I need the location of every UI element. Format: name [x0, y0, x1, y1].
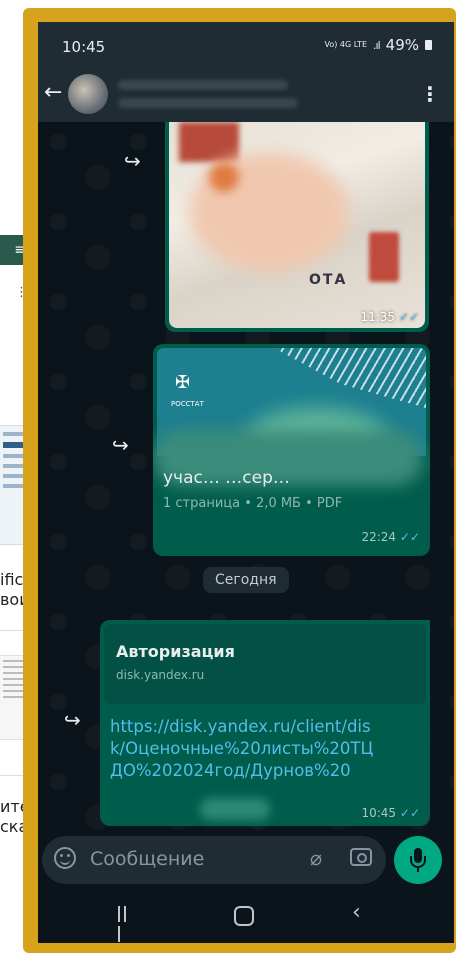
cover-label: РОССТАТ [171, 400, 204, 408]
redacted-area [200, 798, 270, 820]
emoji-icon[interactable] [54, 847, 76, 869]
forward-icon[interactable]: ↪ [64, 708, 81, 732]
attach-icon[interactable]: ⌀ [310, 846, 322, 870]
system-navigation-bar: ‹ [38, 892, 454, 943]
document-details: 1 страница • 2,0 МБ • PDF [163, 496, 343, 511]
message-time: 11:35 [360, 310, 396, 324]
contact-name-redacted[interactable] [118, 80, 288, 90]
link-preview-domain: disk.yandex.ru [116, 668, 205, 682]
read-ticks-icon: ✓✓ [399, 806, 420, 820]
battery-icon [425, 40, 432, 50]
read-ticks-icon: ✓✓ [398, 310, 419, 324]
nav-back-icon[interactable]: ‹ [352, 900, 361, 925]
status-time: 10:45 [62, 38, 106, 56]
message-meta: 10:45 ✓✓ [361, 806, 420, 820]
image-message[interactable]: ОТА 11:35 ✓✓ [165, 122, 429, 332]
forward-icon[interactable]: ↪ [124, 149, 141, 173]
forward-icon[interactable]: ↪ [112, 433, 129, 457]
contact-status-redacted [118, 98, 298, 108]
phone-screen: 10:45 Vo) 4G LTE .ıl 49% ← ⋮ ↪ ОТА 11:35… [38, 22, 454, 943]
document-title: учас… …сер… [163, 468, 290, 488]
link-message[interactable]: Авторизация disk.yandex.ru https://disk.… [100, 620, 430, 826]
contact-avatar[interactable] [68, 74, 108, 114]
message-input-bar[interactable]: Сообщение ⌀ [42, 836, 386, 884]
message-input[interactable]: Сообщение [90, 848, 204, 870]
document-message[interactable]: ✠ РОССТАТ учас… …сер… 1 страница • 2,0 М… [153, 344, 430, 556]
microphone-button[interactable] [394, 836, 442, 884]
link-preview-title: Авторизация [116, 642, 235, 661]
network-icon: Vo) 4G LTE [324, 40, 368, 49]
message-meta: 22:24 ✓✓ [361, 530, 420, 544]
date-separator: Сегодня [203, 567, 289, 593]
rosstat-logo-icon: ✠ [175, 372, 191, 393]
camera-icon[interactable] [350, 848, 372, 866]
read-ticks-icon: ✓✓ [399, 530, 420, 544]
link-preview[interactable]: Авторизация disk.yandex.ru [104, 624, 426, 704]
message-time: 10:45 [361, 806, 397, 820]
home-icon[interactable] [234, 906, 254, 926]
image-preview[interactable]: ОТА [169, 122, 425, 328]
recent-apps-icon[interactable] [118, 906, 134, 942]
message-link[interactable]: https://disk.yandex.ru/client/disk/Оцено… [110, 716, 380, 782]
message-time: 22:24 [361, 530, 397, 544]
back-arrow-icon[interactable]: ← [44, 80, 62, 105]
message-meta: 11:35 ✓✓ [360, 310, 419, 324]
image-text: ОТА [309, 272, 348, 288]
battery-level: 49% [385, 36, 419, 54]
more-options-icon[interactable]: ⋮ [420, 82, 440, 106]
signal-icon: .ıl [373, 38, 381, 52]
status-bar: 10:45 Vo) 4G LTE .ıl 49% [38, 22, 454, 70]
chat-header: ← ⋮ [38, 70, 454, 122]
